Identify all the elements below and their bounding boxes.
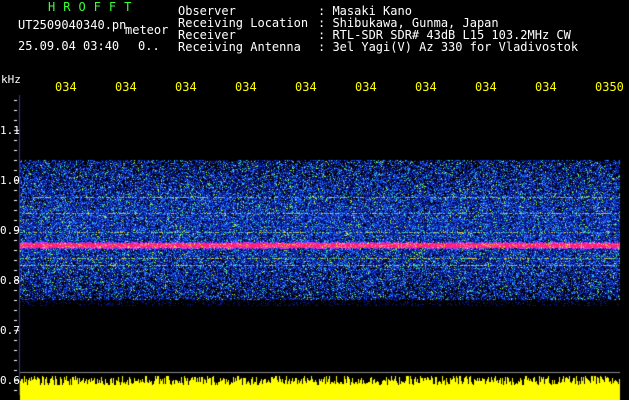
- extra-indicator: 0..: [138, 39, 160, 53]
- freq-tick: 1.1: [0, 124, 20, 137]
- time-tick: 034: [175, 80, 197, 94]
- time-tick: 034: [475, 80, 497, 94]
- time-tick: 034: [235, 80, 257, 94]
- time-tick: 034: [415, 80, 437, 94]
- freq-tick: 1.0: [0, 174, 20, 187]
- antenna-value: : 3el Yagi(V) Az 330 for Vladivostok: [318, 40, 579, 54]
- time-tick: 034: [355, 80, 377, 94]
- app-title: HROFFT: [48, 0, 140, 14]
- time-tick: 034: [55, 80, 77, 94]
- time-tick: 034: [115, 80, 137, 94]
- freq-tick: 0.6: [0, 374, 20, 387]
- file-name: UT2509040340.pn: [18, 18, 127, 32]
- time-tick: 034: [535, 80, 557, 94]
- freq-tick: 0.7: [0, 324, 20, 337]
- mode-label: meteor: [125, 23, 169, 37]
- frequency-unit-label: kHz: [1, 73, 21, 86]
- freq-tick: 0.8: [0, 274, 20, 287]
- hrofft-display: HROFFT UT2509040340.pn meteor 25.09.04 0…: [0, 0, 629, 400]
- time-tick: 034: [295, 80, 317, 94]
- date-time: 25.09.04 03:40: [18, 39, 120, 53]
- time-tick: 0350: [595, 80, 624, 94]
- freq-tick: 0.9: [0, 224, 20, 237]
- spectrogram-canvas: [0, 0, 629, 400]
- antenna-label: Receiving Antenna: [178, 40, 301, 54]
